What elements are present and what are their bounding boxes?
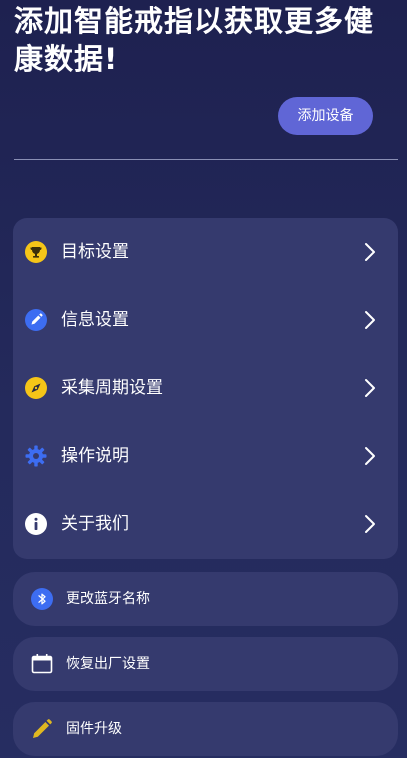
- menu-item-label: 操作说明: [61, 446, 129, 466]
- menu-item-collection-period-settings[interactable]: 采集周期设置: [13, 354, 398, 422]
- firmware-upgrade-button[interactable]: 固件升级: [13, 702, 398, 756]
- trophy-icon: [25, 241, 47, 263]
- settings-menu-card: 目标设置 信息设置 采集周期设置 操作说明 关于我们: [13, 218, 398, 559]
- factory-reset-button[interactable]: 恢复出厂设置: [13, 637, 398, 691]
- factory-reset-label: 恢复出厂设置: [66, 656, 150, 672]
- pencil-icon: [25, 309, 47, 331]
- menu-item-instructions[interactable]: 操作说明: [13, 422, 398, 490]
- bluetooth-icon: [31, 588, 53, 610]
- chevron-right-icon: [365, 447, 375, 465]
- add-device-button[interactable]: 添加设备: [278, 97, 373, 135]
- menu-item-label: 信息设置: [61, 310, 129, 330]
- rename-bluetooth-button[interactable]: 更改蓝牙名称: [13, 572, 398, 626]
- menu-item-goal-settings[interactable]: 目标设置: [13, 218, 398, 286]
- page-headline: 添加智能戒指以获取更多健康数据!: [14, 4, 375, 76]
- menu-item-about-us[interactable]: 关于我们: [13, 490, 398, 558]
- menu-item-label: 采集周期设置: [61, 378, 163, 398]
- pencil-icon: [33, 719, 52, 738]
- firmware-upgrade-label: 固件升级: [66, 721, 122, 737]
- chevron-right-icon: [365, 311, 375, 329]
- chevron-right-icon: [365, 515, 375, 533]
- calendar-icon: [31, 654, 53, 674]
- menu-item-info-settings[interactable]: 信息设置: [13, 286, 398, 354]
- menu-item-label: 关于我们: [61, 514, 129, 534]
- rename-bluetooth-label: 更改蓝牙名称: [66, 591, 150, 607]
- info-icon: [25, 513, 47, 535]
- chevron-right-icon: [365, 379, 375, 397]
- menu-item-label: 目标设置: [61, 242, 129, 262]
- compass-icon: [25, 377, 47, 399]
- divider: [14, 159, 398, 160]
- gear-icon: [25, 445, 47, 467]
- chevron-right-icon: [365, 243, 375, 261]
